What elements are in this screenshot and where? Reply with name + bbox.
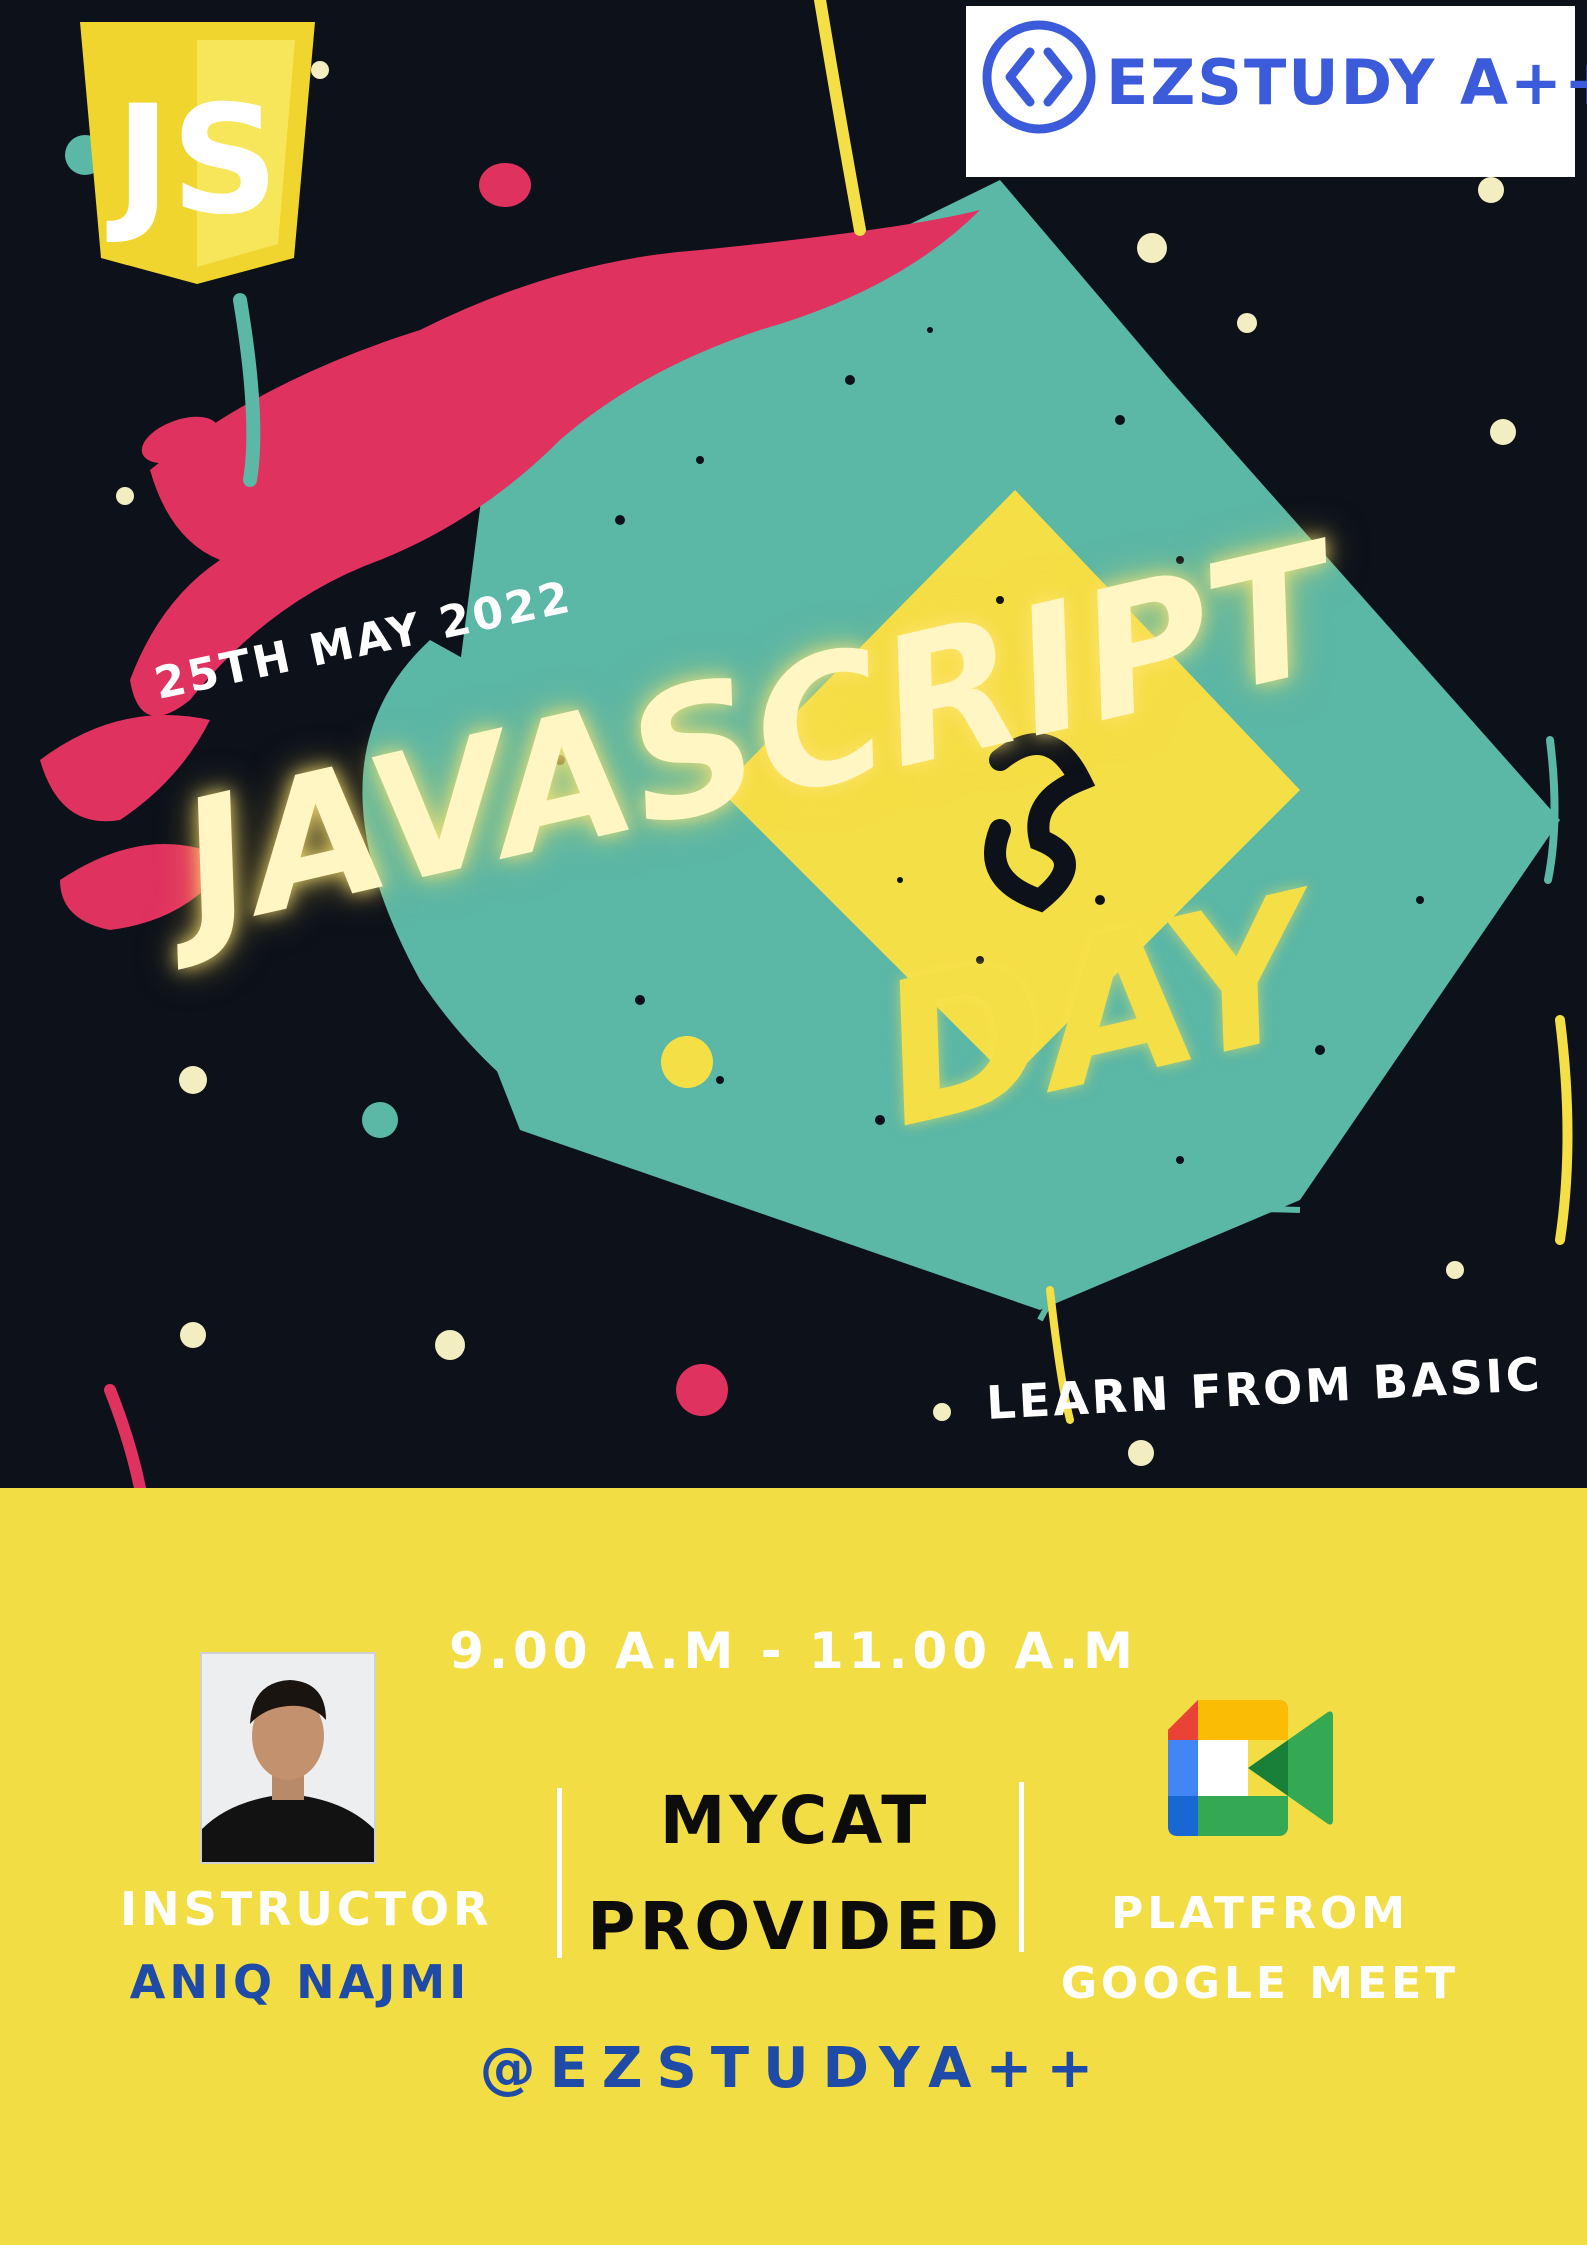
brand-logo: EZSTUDY A++ xyxy=(966,6,1587,177)
code-brackets-logo-icon xyxy=(982,20,1096,134)
event-poster: JS EZSTUDY A++ 25TH MAY 2022 JAVASCRIPT … xyxy=(0,0,1587,2245)
js-badge-text: JS xyxy=(106,74,279,248)
details-section xyxy=(0,1488,1587,2245)
brand-wordmark: EZSTUDY A++ xyxy=(1106,46,1587,119)
provider-line1: MYCAT xyxy=(659,1782,931,1859)
instructor-name: ANIQ NAJMI xyxy=(129,1955,471,2009)
javascript-shield-icon: JS xyxy=(80,22,315,284)
instructor-photo xyxy=(200,1652,376,1864)
social-handle: @EZSTUDYA++ xyxy=(479,2036,1108,2101)
instructor-label: INSTRUCTOR xyxy=(120,1882,493,1936)
provider-line2: PROVIDED xyxy=(587,1888,1003,1965)
platform-label: PLATFROM xyxy=(1110,1888,1410,1939)
hero-section: JS EZSTUDY A++ 25TH MAY 2022 JAVASCRIPT … xyxy=(0,0,1587,1488)
left-divider xyxy=(557,1788,562,1958)
google-meet-icon xyxy=(1168,1700,1333,1836)
platform-name: GOOGLE MEET xyxy=(1060,1958,1460,2009)
